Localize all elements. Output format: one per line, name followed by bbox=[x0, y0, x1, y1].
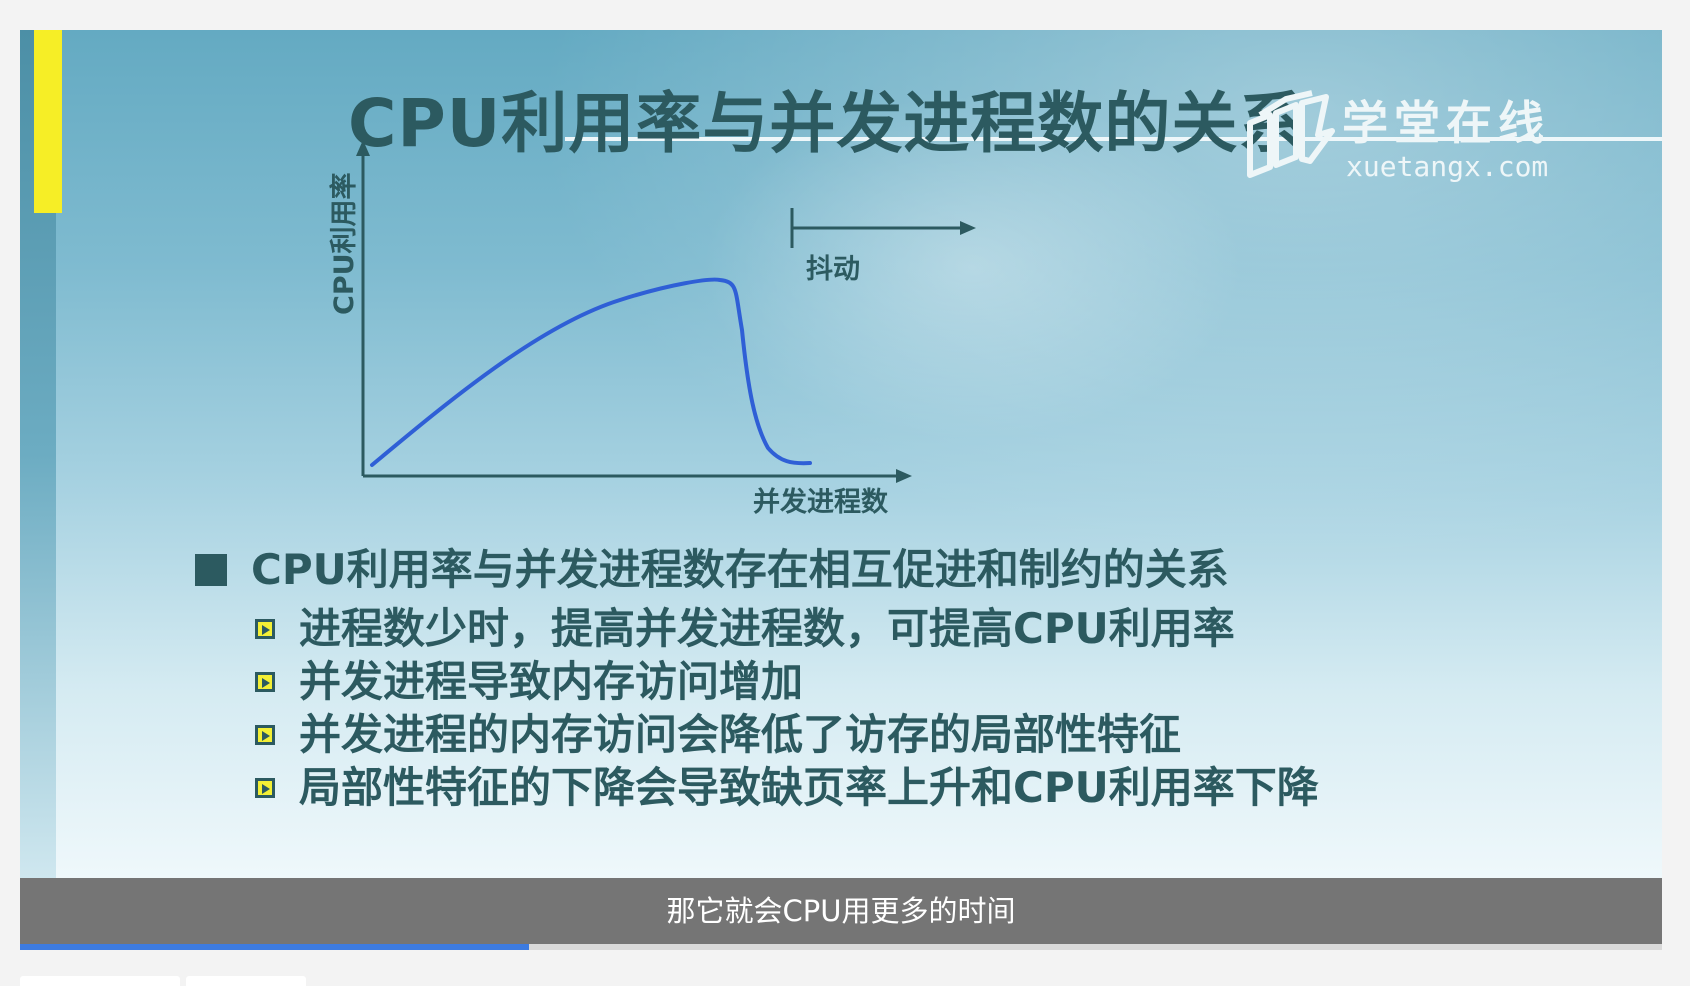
x-axis-arrow-icon bbox=[896, 469, 912, 483]
square-bullet-icon bbox=[195, 553, 227, 586]
progress-bar[interactable] bbox=[20, 944, 1662, 950]
main-bullet-text: CPU利用率与并发进程数存在相互促进和制约的关系 bbox=[251, 545, 1229, 594]
main-bullet: CPU利用率与并发进程数存在相互促进和制约的关系 bbox=[195, 536, 1229, 597]
play-bullet-icon bbox=[255, 671, 275, 692]
utilization-curve bbox=[370, 277, 812, 467]
sub-bullet: 局部性特征的下降会导致缺页率上升和CPU利用率下降 bbox=[255, 754, 1319, 815]
thrashing-label: 抖动 bbox=[806, 254, 860, 285]
bottom-tab-stub[interactable] bbox=[20, 976, 180, 986]
play-bullet-icon bbox=[255, 724, 275, 745]
thrashing-arrow-icon bbox=[960, 221, 976, 235]
bottom-tab-stub[interactable] bbox=[186, 976, 306, 986]
play-bullet-icon bbox=[255, 618, 275, 639]
sub-bullet-text: 进程数少时，提高并发进程数，可提高CPU利用率 bbox=[299, 604, 1235, 653]
sub-bullet: 进程数少时，提高并发进程数，可提高CPU利用率 bbox=[255, 595, 1235, 656]
video-player[interactable]: CPU利用率与并发进程数的关系 学堂在线 xuetangx.com CPU利用率… bbox=[20, 30, 1662, 950]
sub-bullet-text: 并发进程的内存访问会降低了访存的局部性特征 bbox=[299, 710, 1182, 759]
sub-bullet: 并发进程的内存访问会降低了访存的局部性特征 bbox=[255, 701, 1181, 762]
subtitle-bar: 那它就会CPU用更多的时间 bbox=[20, 878, 1662, 944]
sub-bullet-text: 局部性特征的下降会导致缺页率上升和CPU利用率下降 bbox=[299, 763, 1319, 812]
sub-bullet: 并发进程导致内存访问增加 bbox=[255, 648, 803, 709]
play-bullet-icon bbox=[255, 777, 275, 798]
subtitle-text: 那它就会CPU用更多的时间 bbox=[666, 894, 1016, 928]
x-axis-label: 并发进程数 bbox=[753, 486, 889, 518]
lecture-slide: CPU利用率与并发进程数的关系 学堂在线 xuetangx.com CPU利用率… bbox=[20, 30, 1662, 878]
y-axis-arrow-icon bbox=[356, 140, 370, 156]
sub-bullet-text: 并发进程导致内存访问增加 bbox=[299, 657, 804, 706]
y-axis-label: CPU利用率 bbox=[328, 172, 360, 315]
progress-fill bbox=[20, 944, 530, 950]
